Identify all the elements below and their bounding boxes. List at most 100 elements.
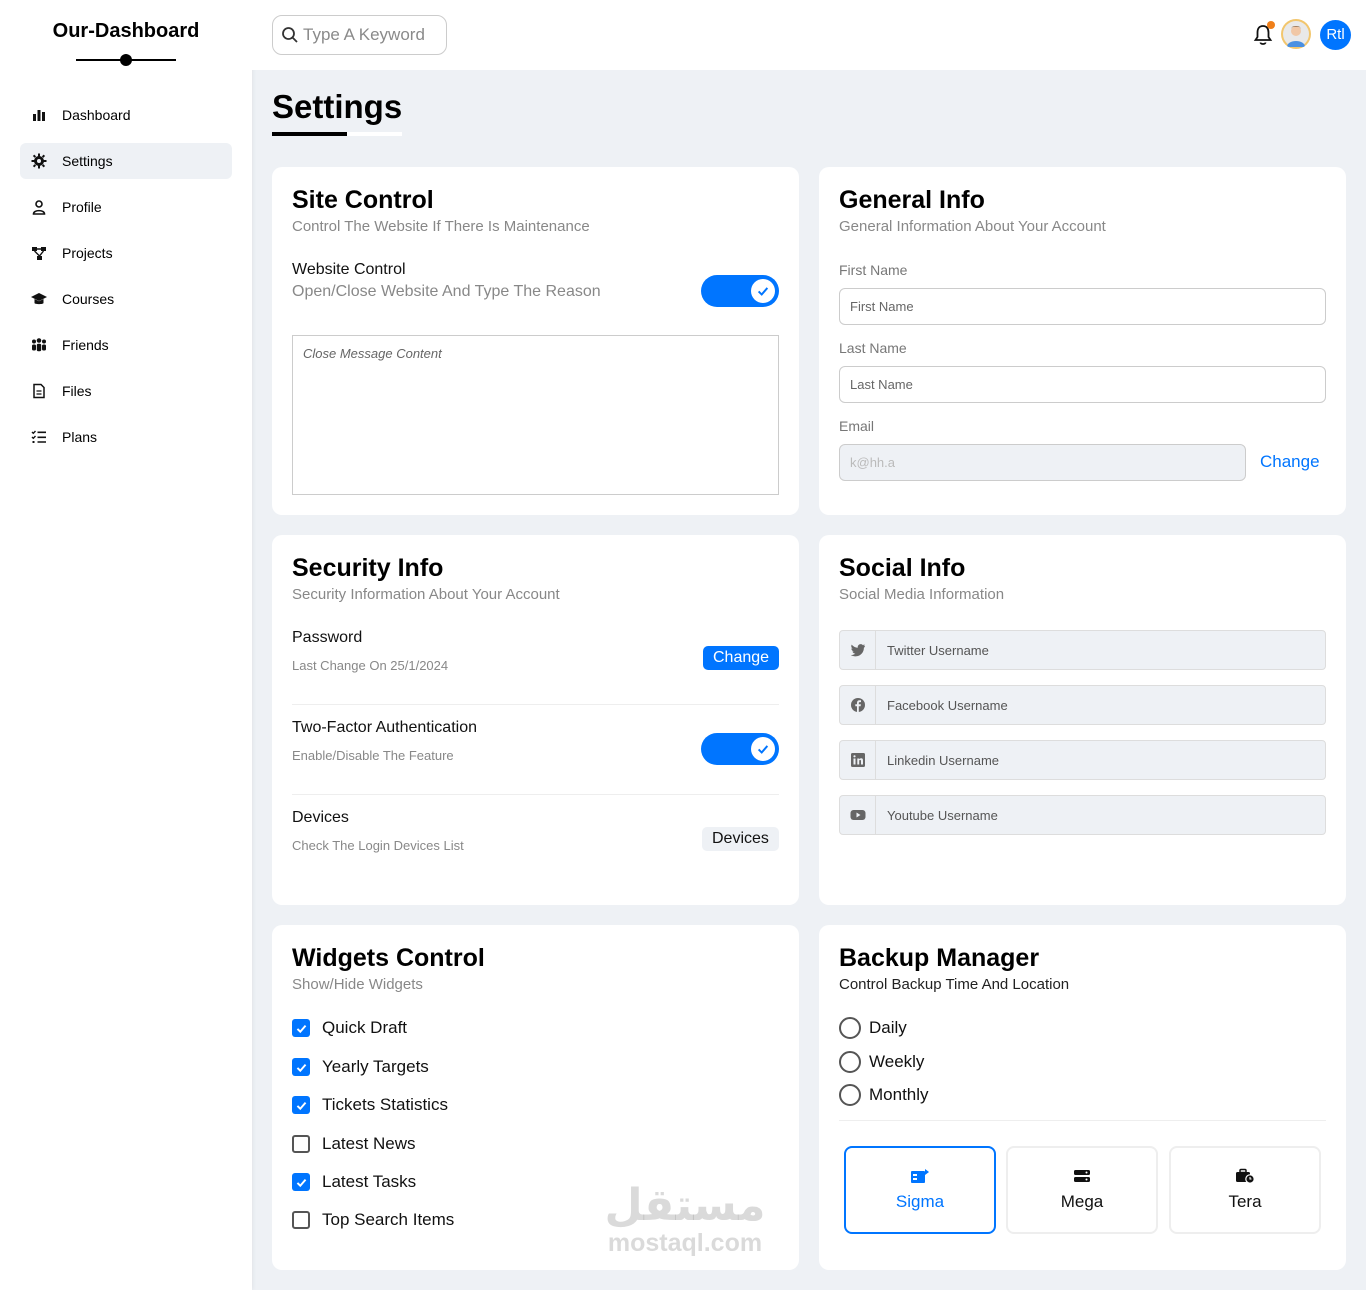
card-subtitle: Social Media Information [839,586,1005,603]
sidebar-item-friends[interactable]: Friends [20,327,232,363]
brand-decoration [76,54,176,66]
check-icon [296,1024,306,1033]
search-box[interactable] [272,15,447,55]
server-icon [846,1168,994,1186]
widget-option-tickets-statistics[interactable]: Tickets Statistics [292,1095,448,1115]
radio-button[interactable] [839,1017,861,1039]
card-title: Widgets Control [292,944,485,972]
widgets-control-card: Widgets Control Show/Hide Widgets Quick … [272,925,799,1270]
sidebar-item-files[interactable]: Files [20,373,232,409]
checkbox-checked[interactable] [292,1058,310,1076]
search-input[interactable] [303,25,443,45]
security-info-card: Security Info Security Information About… [272,535,799,905]
card-subtitle: Show/Hide Widgets [292,976,423,993]
top-header: Rtl [252,0,1366,70]
sidebar-item-courses[interactable]: Courses [20,281,232,317]
checkbox-checked[interactable] [292,1019,310,1037]
backup-option-weekly[interactable]: Weekly [839,1051,924,1073]
backup-manager-card: Backup Manager Control Backup Time And L… [819,925,1346,1270]
widget-option-yearly-targets[interactable]: Yearly Targets [292,1057,429,1077]
devices-button[interactable]: Devices [702,827,779,851]
card-subtitle: Security Information About Your Account [292,586,560,603]
bell-icon[interactable] [1253,21,1275,46]
file-icon [30,383,48,399]
widget-option-latest-news[interactable]: Latest News [292,1134,416,1154]
change-password-button[interactable]: Change [703,646,780,670]
briefcase-clock-icon [1171,1168,1319,1186]
youtube-username-input[interactable] [876,796,1325,834]
close-message-textarea[interactable] [292,335,779,495]
widget-option-latest-tasks[interactable]: Latest Tasks [292,1172,416,1192]
rtl-toggle-button[interactable]: Rtl [1320,20,1351,50]
server-name: Tera [1228,1192,1262,1211]
chart-simple-icon [30,107,48,123]
last-name-field[interactable] [839,366,1326,403]
sidebar-item-label: Courses [62,291,115,307]
divider [292,704,779,705]
title-underline-light [347,132,402,136]
divider [839,1120,1326,1121]
first-name-field[interactable] [839,288,1326,325]
title-underline [272,132,347,136]
brand-title: Our-Dashboard [52,20,200,42]
facebook-username-input[interactable] [876,686,1325,724]
backup-option-daily[interactable]: Daily [839,1017,907,1039]
card-title: General Info [839,186,985,214]
two-factor-label: Two-Factor Authentication [292,719,477,736]
checkbox-checked[interactable] [292,1173,310,1191]
widget-option-label: Tickets Statistics [322,1095,448,1114]
sidebar-item-label: Projects [62,245,113,261]
sidebar-item-label: Plans [62,429,98,445]
widget-option-top-search-items[interactable]: Top Search Items [292,1210,454,1230]
sidebar-item-dashboard[interactable]: Dashboard [20,97,232,133]
widget-option-label: Yearly Targets [322,1057,429,1076]
youtube-field-group [839,795,1326,835]
card-title: Social Info [839,554,966,582]
user-icon [30,199,48,215]
sidebar-item-label: Dashboard [62,107,131,123]
twitter-username-input[interactable] [876,631,1325,669]
check-icon [296,1101,306,1110]
general-info-card: General Info General Information About Y… [819,167,1346,515]
backup-option-monthly[interactable]: Monthly [839,1084,929,1106]
website-control-label: Website Control [292,261,406,278]
backup-option-label: Monthly [869,1085,929,1104]
check-icon [296,1063,306,1072]
divider [292,794,779,795]
sidebar-item-profile[interactable]: Profile [20,189,232,225]
list-check-icon [30,429,48,445]
youtube-icon [840,796,876,834]
linkedin-field-group [839,740,1326,780]
sidebar-item-plans[interactable]: Plans [20,419,232,455]
card-subtitle: Control The Website If There Is Maintena… [292,218,590,235]
server-option-tera[interactable]: Tera [1169,1146,1321,1234]
checkbox-checked[interactable] [292,1096,310,1114]
server-option-sigma[interactable]: Sigma [844,1146,996,1234]
avatar[interactable] [1281,19,1311,49]
server-name: Sigma [895,1192,945,1211]
website-control-toggle[interactable] [701,275,779,307]
change-email-link[interactable]: Change [1260,452,1320,472]
sidebar-item-projects[interactable]: Projects [20,235,232,271]
linkedin-username-input[interactable] [876,741,1325,779]
email-label: Email [839,418,875,434]
radio-button[interactable] [839,1051,861,1073]
last-name-label: Last Name [839,340,907,356]
password-label: Password [292,629,363,646]
two-factor-toggle[interactable] [701,733,779,765]
checkbox-unchecked[interactable] [292,1135,310,1153]
social-info-card: Social Info Social Media Information [819,535,1346,905]
checkbox-unchecked[interactable] [292,1211,310,1229]
devices-label: Devices [292,809,349,826]
search-icon [282,27,298,43]
check-icon [757,745,769,754]
widget-option-label: Quick Draft [322,1018,408,1037]
graduation-cap-icon [30,291,48,307]
card-title: Site Control [292,186,434,214]
gear-icon [30,153,48,169]
radio-button[interactable] [839,1084,861,1106]
server-name: Mega [1060,1192,1104,1211]
server-option-mega[interactable]: Mega [1006,1146,1158,1234]
widget-option-quick-draft[interactable]: Quick Draft [292,1018,407,1038]
sidebar-item-settings[interactable]: Settings [20,143,232,179]
